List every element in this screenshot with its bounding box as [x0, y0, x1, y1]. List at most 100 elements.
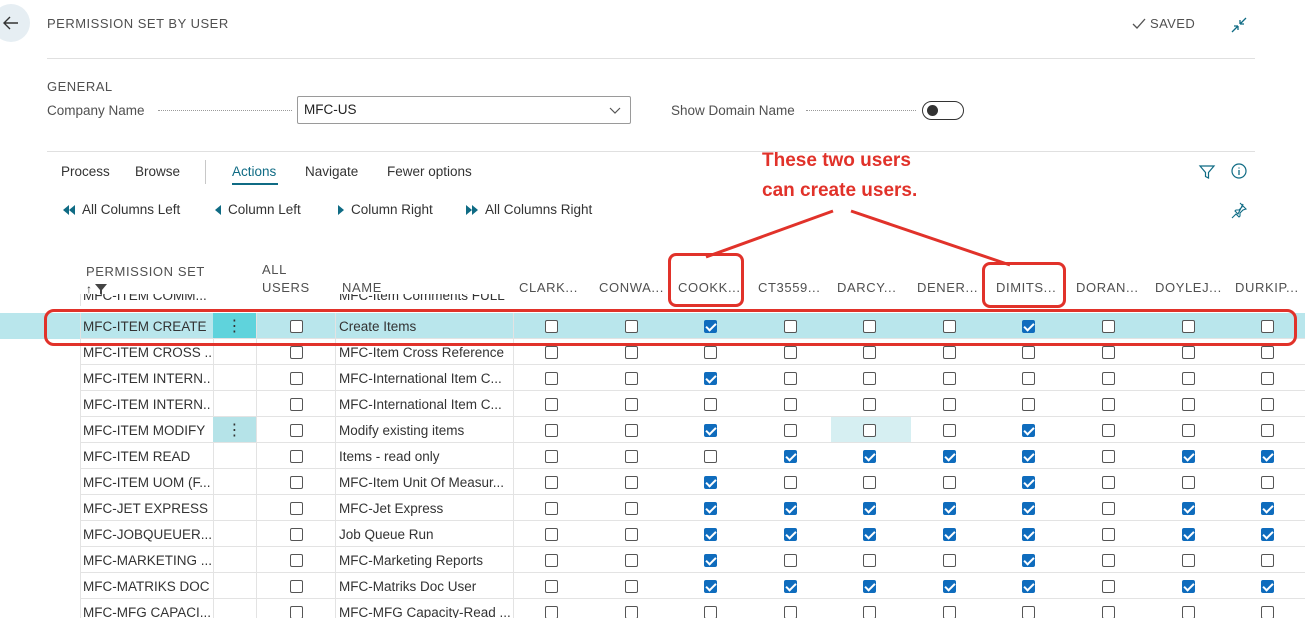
user-permission-checkbox[interactable] — [863, 476, 876, 489]
user-permission-checkbox[interactable] — [1261, 528, 1274, 541]
column-header-user[interactable]: CT3559... — [758, 280, 821, 295]
user-permission-checkbox[interactable] — [784, 554, 797, 567]
all-users-checkbox[interactable] — [290, 606, 303, 618]
user-permission-checkbox[interactable] — [704, 398, 717, 411]
permission-set-cell[interactable]: MFC-JET EXPRESS — [83, 501, 211, 516]
all-users-checkbox[interactable] — [290, 346, 303, 359]
permission-set-cell[interactable]: MFC-JOBQUEUER... — [83, 527, 211, 542]
user-permission-checkbox[interactable] — [1182, 554, 1195, 567]
user-permission-checkbox[interactable] — [704, 450, 717, 463]
permission-set-cell[interactable]: MFC-MFG CAPACI... — [83, 605, 211, 618]
row-actions-button[interactable]: ⋮ — [213, 417, 256, 442]
user-permission-checkbox[interactable] — [1022, 476, 1035, 489]
user-permission-checkbox[interactable] — [625, 424, 638, 437]
user-permission-checkbox[interactable] — [1261, 502, 1274, 515]
all-users-checkbox[interactable] — [290, 424, 303, 437]
user-permission-checkbox[interactable] — [1182, 606, 1195, 618]
user-permission-checkbox[interactable] — [625, 398, 638, 411]
all-users-checkbox[interactable] — [290, 372, 303, 385]
user-permission-checkbox[interactable] — [863, 346, 876, 359]
user-permission-checkbox[interactable] — [625, 606, 638, 618]
all-users-checkbox[interactable] — [290, 528, 303, 541]
user-permission-checkbox[interactable] — [625, 554, 638, 567]
user-permission-checkbox[interactable] — [545, 372, 558, 385]
user-permission-checkbox[interactable] — [784, 502, 797, 515]
user-permission-checkbox[interactable] — [784, 606, 797, 618]
column-header-user[interactable]: DENER... — [917, 280, 978, 295]
user-permission-checkbox[interactable] — [1022, 528, 1035, 541]
user-permission-checkbox[interactable] — [545, 398, 558, 411]
user-permission-checkbox[interactable] — [704, 528, 717, 541]
user-permission-checkbox[interactable] — [863, 372, 876, 385]
filter-icon[interactable] — [1198, 163, 1216, 181]
column-right-button[interactable]: Column Right — [337, 202, 433, 217]
user-permission-checkbox[interactable] — [1182, 372, 1195, 385]
show-domain-name-toggle[interactable] — [922, 101, 964, 120]
user-permission-checkbox[interactable] — [943, 554, 956, 567]
user-permission-checkbox[interactable] — [545, 606, 558, 618]
user-permission-checkbox[interactable] — [1022, 554, 1035, 567]
user-permission-checkbox[interactable] — [704, 372, 717, 385]
table-row[interactable]: MFC-MFG CAPACI... MFC-MFG Capacity-Read .… — [0, 599, 1305, 618]
permission-set-cell[interactable]: MFC-MATRIKS DOC — [83, 579, 211, 594]
table-row[interactable]: MFC-ITEM INTERN... MFC-International Item… — [0, 391, 1305, 417]
user-permission-checkbox[interactable] — [863, 580, 876, 593]
tab-browse[interactable]: Browse — [135, 164, 180, 179]
user-permission-checkbox[interactable] — [625, 450, 638, 463]
user-permission-checkbox[interactable] — [545, 580, 558, 593]
user-permission-checkbox[interactable] — [943, 450, 956, 463]
user-permission-checkbox[interactable] — [1182, 450, 1195, 463]
user-permission-checkbox[interactable] — [1261, 554, 1274, 567]
permission-set-cell[interactable]: MFC-ITEM MODIFY — [83, 423, 211, 438]
user-permission-checkbox[interactable] — [943, 398, 956, 411]
user-permission-checkbox[interactable] — [943, 580, 956, 593]
user-permission-checkbox[interactable] — [943, 606, 956, 618]
user-permission-checkbox[interactable] — [784, 450, 797, 463]
user-permission-checkbox[interactable] — [784, 424, 797, 437]
user-permission-checkbox[interactable] — [1022, 580, 1035, 593]
user-permission-checkbox[interactable] — [784, 372, 797, 385]
user-permission-checkbox[interactable] — [704, 606, 717, 618]
user-permission-checkbox[interactable] — [1182, 476, 1195, 489]
column-header-user[interactable]: DORAN... — [1076, 280, 1139, 295]
table-row[interactable]: MFC-JOBQUEUER... Job Queue Run — [0, 521, 1305, 547]
all-users-checkbox[interactable] — [290, 580, 303, 593]
column-header-all-users-line1[interactable]: ALL — [262, 262, 287, 277]
user-permission-checkbox[interactable] — [863, 450, 876, 463]
user-permission-checkbox[interactable] — [1261, 476, 1274, 489]
user-permission-checkbox[interactable] — [1102, 450, 1115, 463]
user-permission-checkbox[interactable] — [545, 502, 558, 515]
company-name-select[interactable]: MFC-US — [297, 96, 631, 124]
user-permission-checkbox[interactable] — [1261, 580, 1274, 593]
all-columns-left-button[interactable]: All Columns Left — [62, 202, 180, 217]
user-permission-checkbox[interactable] — [1182, 580, 1195, 593]
user-permission-checkbox[interactable] — [1182, 502, 1195, 515]
user-permission-checkbox[interactable] — [704, 346, 717, 359]
user-permission-checkbox[interactable] — [1102, 554, 1115, 567]
user-permission-checkbox[interactable] — [625, 580, 638, 593]
column-header-permission-set[interactable]: PERMISSION SET — [86, 264, 205, 279]
user-permission-checkbox[interactable] — [625, 502, 638, 515]
user-permission-checkbox[interactable] — [784, 580, 797, 593]
user-permission-checkbox[interactable] — [784, 398, 797, 411]
user-permission-checkbox[interactable] — [1022, 424, 1035, 437]
table-row[interactable]: MFC-ITEM INTERN... MFC-International Item… — [0, 365, 1305, 391]
user-permission-checkbox[interactable] — [784, 476, 797, 489]
column-header-user[interactable]: CONWA... — [599, 280, 664, 295]
user-permission-checkbox[interactable] — [943, 372, 956, 385]
user-permission-checkbox[interactable] — [1102, 372, 1115, 385]
tab-navigate[interactable]: Navigate — [305, 164, 358, 179]
user-permission-checkbox[interactable] — [545, 346, 558, 359]
user-permission-checkbox[interactable] — [943, 424, 956, 437]
permission-set-cell[interactable]: MFC-ITEM READ — [83, 449, 211, 464]
all-users-checkbox[interactable] — [290, 554, 303, 567]
user-permission-checkbox[interactable] — [1102, 398, 1115, 411]
all-users-checkbox[interactable] — [290, 476, 303, 489]
user-permission-checkbox[interactable] — [545, 424, 558, 437]
user-permission-checkbox[interactable] — [704, 554, 717, 567]
tab-process[interactable]: Process — [61, 164, 110, 179]
table-row[interactable]: MFC-MATRIKS DOC MFC-Matriks Doc User — [0, 573, 1305, 599]
table-row[interactable]: MFC-ITEM MODIFY ⋮ Modify existing items — [0, 417, 1305, 443]
user-permission-checkbox[interactable] — [545, 528, 558, 541]
user-permission-checkbox[interactable] — [704, 580, 717, 593]
